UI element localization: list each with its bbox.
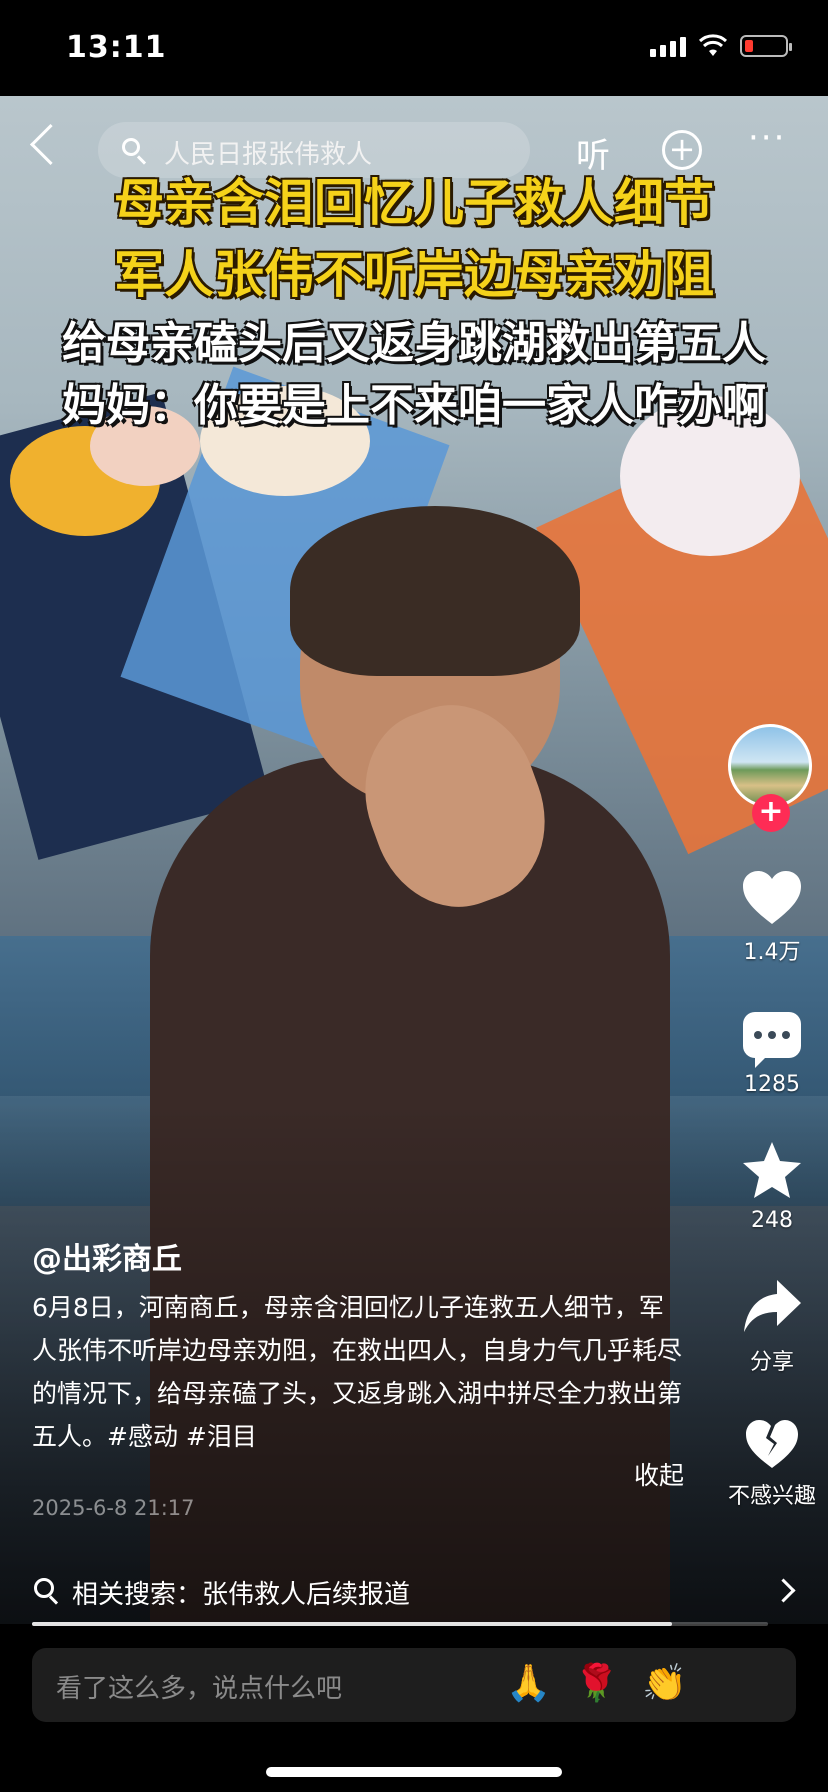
star-icon [743, 1142, 801, 1198]
signal-icon [650, 35, 686, 57]
related-search-bar[interactable]: 相关搜索：张伟救人后续报道 [0, 1560, 828, 1620]
comment-input[interactable]: 看了这么多，说点什么吧 🙏 🌹 👏 [32, 1648, 796, 1722]
search-icon [34, 1578, 54, 1598]
caption-line-1: 母亲含泪回忆儿子救人细节 [114, 174, 714, 232]
heart-icon [743, 871, 801, 924]
chevron-right-icon [771, 1578, 796, 1603]
add-circle-icon[interactable]: + [662, 130, 702, 170]
caption-line-4: 妈妈：你要是上不来咱一家人咋办啊 [62, 380, 766, 431]
app-frame: 13:11 人民日报张伟救人 听 + ··· 母亲含泪回忆儿子救人细节 军人张伟… [0, 0, 828, 1792]
comment-icon [743, 1012, 801, 1068]
comment-button[interactable]: 1285 [720, 1002, 824, 1097]
clap-emoji-button[interactable]: 👏 [642, 1662, 687, 1704]
caption-line-3: 给母亲磕头后又返身跳湖救出第五人 [62, 318, 766, 369]
like-button[interactable]: 1.4万 [720, 870, 824, 966]
search-query: 人民日报张伟救人 [164, 140, 373, 170]
more-button[interactable]: ··· [748, 118, 786, 158]
related-search-text: 相关搜索：张伟救人后续报道 [72, 1580, 411, 1610]
like-count: 1.4万 [743, 940, 801, 965]
status-time: 13:11 [66, 30, 167, 65]
post-timestamp: 2025-6-8 21:17 [32, 1496, 195, 1520]
pray-emoji-button[interactable]: 🙏 [506, 1662, 551, 1704]
battery-icon [740, 35, 792, 57]
search-icon [122, 138, 140, 156]
comment-input-placeholder: 看了这么多，说点什么吧 [56, 1674, 343, 1704]
rose-emoji-button[interactable]: 🌹 [574, 1662, 619, 1704]
wifi-icon [698, 34, 728, 56]
home-indicator [266, 1767, 562, 1777]
status-bar: 13:11 [0, 0, 828, 96]
author-name[interactable]: @出彩商丘 [32, 1234, 182, 1278]
comment-count: 1285 [744, 1072, 800, 1097]
follow-button[interactable]: + [752, 794, 790, 832]
favorite-count: 248 [751, 1208, 793, 1233]
caption-line-2: 军人张伟不听岸边母亲劝阻 [114, 246, 714, 304]
post-description: 6月8日，河南商丘，母亲含泪回忆儿子连救五人细节，军人张伟不听岸边母亲劝阻，在救… [32, 1293, 683, 1451]
listen-button[interactable]: 听 [576, 128, 610, 177]
person-hair [290, 506, 580, 676]
share-arrow-icon [744, 1280, 801, 1332]
back-icon[interactable] [29, 123, 72, 166]
bottom-bar: 看了这么多，说点什么吧 🙏 🌹 👏 [0, 1626, 828, 1792]
favorite-button[interactable]: 248 [720, 1140, 824, 1233]
status-icons [650, 34, 792, 58]
share-label: 分享 [749, 1350, 794, 1375]
not-interested-label: 不感兴趣 [727, 1484, 816, 1509]
collapse-button[interactable]: 收起 [634, 1456, 684, 1492]
not-interested-button[interactable]: 不感兴趣 [720, 1418, 824, 1510]
search-bar[interactable]: 人民日报张伟救人 [98, 122, 530, 178]
share-button[interactable]: 分享 [720, 1278, 824, 1376]
broken-heart-icon [746, 1420, 798, 1468]
